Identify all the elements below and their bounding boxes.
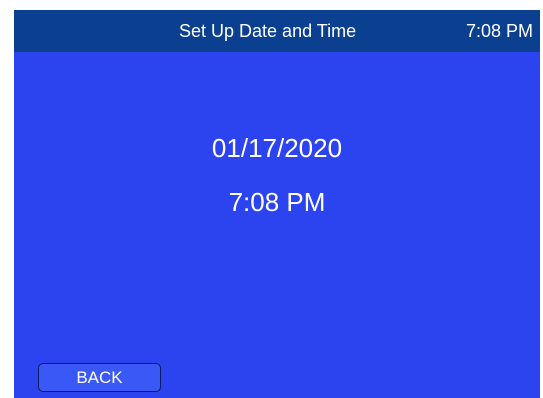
- page-title: Set Up Date and Time: [179, 21, 357, 41]
- date-time-setup-screen: Set Up Date and Time 7:08 PM 01/17/2020 …: [14, 10, 540, 398]
- back-button[interactable]: BACK: [38, 363, 161, 392]
- time-value[interactable]: 7:08 PM: [14, 187, 540, 217]
- header-clock: 7:08 PM: [465, 21, 533, 41]
- header-bar: Set Up Date and Time 7:08 PM: [14, 10, 540, 52]
- date-value[interactable]: 01/17/2020: [14, 133, 540, 163]
